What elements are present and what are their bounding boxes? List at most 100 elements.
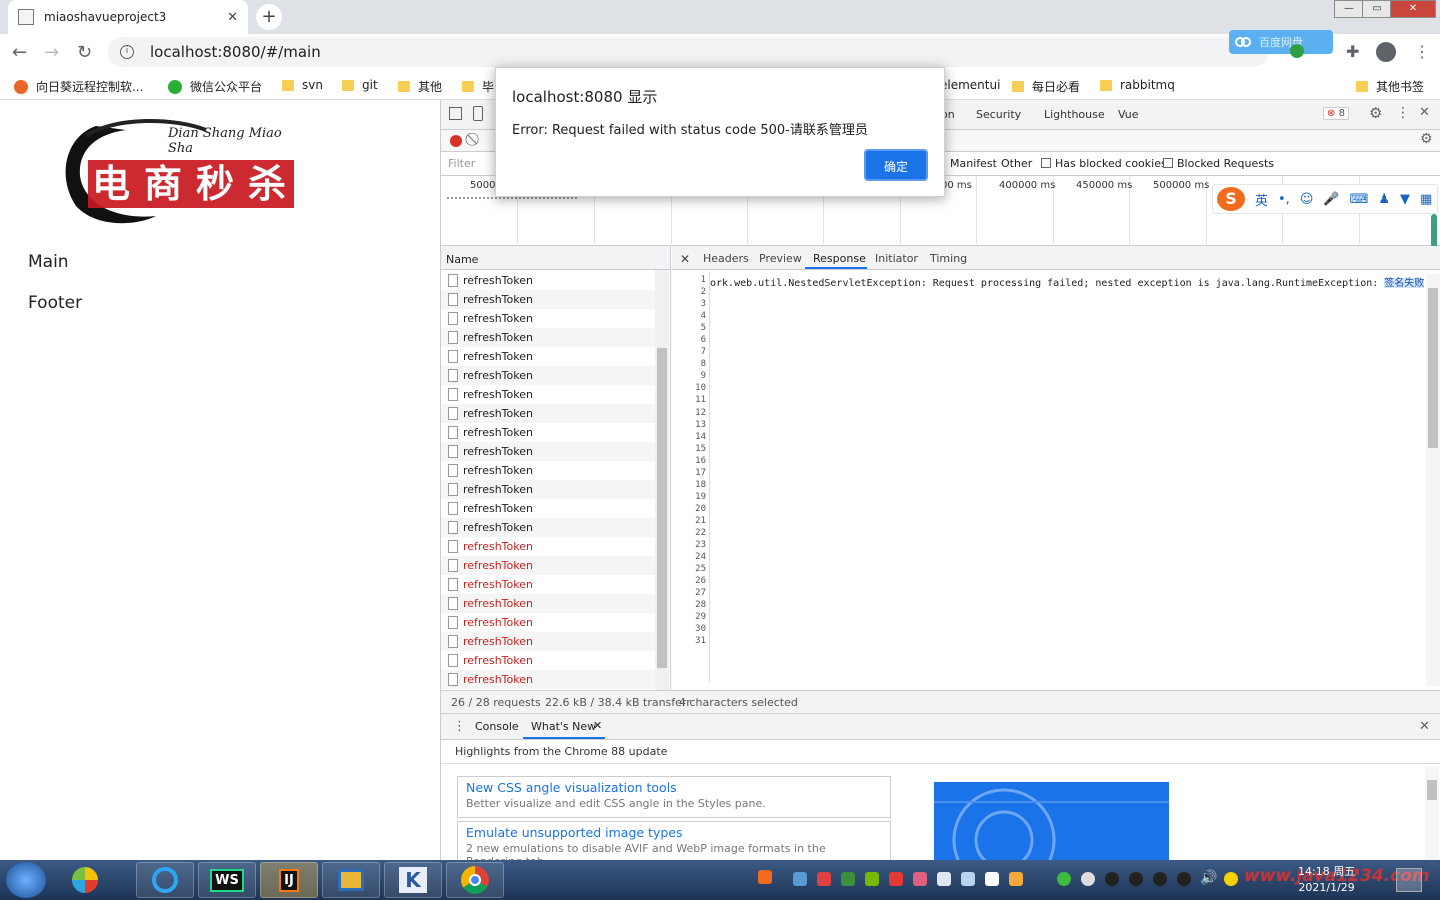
punctuation-icon[interactable]: •, <box>1278 192 1290 207</box>
tray-record-icon[interactable] <box>817 872 831 886</box>
bookmark-item[interactable]: git <box>342 78 378 92</box>
tray-qq-icon[interactable] <box>1177 872 1191 886</box>
whats-new-card[interactable]: Emulate unsupported image types 2 new em… <box>457 821 891 868</box>
tray-wechat-icon[interactable] <box>1057 872 1071 886</box>
tab-response[interactable]: Response <box>813 252 866 265</box>
tray-qq-icon[interactable] <box>1153 872 1167 886</box>
request-row[interactable]: refreshToken <box>441 271 655 290</box>
bookmark-item[interactable]: 毕 <box>462 78 494 95</box>
request-row[interactable]: refreshToken <box>441 423 655 442</box>
drawer-close-icon[interactable]: ✕ <box>1419 719 1430 734</box>
bookmark-item[interactable]: 微信公众平台 <box>168 78 262 95</box>
bookmark-item[interactable]: 其他书签 <box>1356 78 1424 95</box>
tray-nvidia-icon[interactable] <box>865 872 879 886</box>
request-row[interactable]: refreshToken <box>441 651 655 670</box>
tab-console[interactable]: Console <box>475 720 519 733</box>
filter-input[interactable]: Filter <box>448 157 475 170</box>
tab-timing[interactable]: Timing <box>930 252 967 265</box>
taskbar-app-windmill[interactable] <box>56 862 114 898</box>
record-icon[interactable] <box>450 135 462 147</box>
request-row[interactable]: refreshToken <box>441 366 655 385</box>
request-row[interactable]: refreshToken <box>441 442 655 461</box>
taskbar-app-chrome[interactable] <box>446 862 504 898</box>
new-tab-button[interactable]: + <box>256 4 282 30</box>
minimize-button[interactable]: — <box>1334 0 1364 18</box>
tray-qq-icon[interactable] <box>1105 872 1119 886</box>
request-row[interactable]: refreshToken <box>441 594 655 613</box>
request-row[interactable]: refreshToken <box>441 556 655 575</box>
request-row[interactable]: refreshToken <box>441 632 655 651</box>
devtools-menu-icon[interactable]: ⋮ <box>1396 105 1410 121</box>
taskbar-app-webstorm[interactable]: WS <box>198 862 256 898</box>
response-vscrollbar[interactable] <box>1426 274 1440 686</box>
request-row[interactable]: refreshToken <box>441 290 655 309</box>
reload-icon[interactable]: ↻ <box>77 42 92 63</box>
tab-preview[interactable]: Preview <box>759 252 802 265</box>
sogou-logo-icon[interactable]: S <box>1217 187 1245 211</box>
tray-ball-icon[interactable] <box>1081 872 1095 886</box>
extension-check-icon[interactable] <box>1290 44 1304 58</box>
tab-vue[interactable]: Vue <box>1118 108 1139 121</box>
bookmark-item[interactable]: 其他 <box>398 78 442 95</box>
user-icon[interactable]: ♟ <box>1378 192 1390 207</box>
drawer-scrollbar[interactable] <box>1425 766 1439 860</box>
tab-security[interactable]: Security <box>976 108 1021 121</box>
request-row[interactable]: refreshToken <box>441 480 655 499</box>
tab-initiator[interactable]: Initiator <box>875 252 918 265</box>
nav-link-main[interactable]: Main <box>28 252 69 272</box>
request-row[interactable]: refreshToken <box>441 575 655 594</box>
nav-link-footer[interactable]: Footer <box>28 293 82 313</box>
grid-icon[interactable]: ▦ <box>1420 192 1432 207</box>
address-bar[interactable]: i localhost:8080/#/main <box>108 37 1268 67</box>
emoji-icon[interactable]: ☺ <box>1300 192 1314 207</box>
bookmark-item[interactable]: 每日必看 <box>1012 78 1080 95</box>
inspect-element-icon[interactable] <box>449 107 462 120</box>
devtools-close-icon[interactable]: ✕ <box>1419 105 1430 120</box>
tab-headers[interactable]: Headers <box>703 252 749 265</box>
notification-center-icon[interactable] <box>1396 868 1422 892</box>
blocked-cookies-checkbox[interactable]: Has blocked cookies <box>1041 157 1167 170</box>
whats-new-close-icon[interactable]: ✕ <box>593 719 602 732</box>
start-button[interactable] <box>6 862 46 898</box>
error-count-badge[interactable]: ⊗ 8 <box>1323 107 1349 120</box>
bookmark-item[interactable]: rabbitmq <box>1100 78 1175 92</box>
tray-qq-icon[interactable] <box>1129 872 1143 886</box>
request-row[interactable]: refreshToken <box>441 328 655 347</box>
request-row[interactable]: refreshToken <box>441 537 655 556</box>
request-row[interactable]: refreshToken <box>441 385 655 404</box>
tray-app-icon[interactable] <box>1009 872 1023 886</box>
request-row[interactable]: refreshToken <box>441 309 655 328</box>
tab-lighthouse[interactable]: Lighthouse <box>1044 108 1105 121</box>
settings-gear-icon[interactable]: ⚙ <box>1369 104 1382 122</box>
tray-sogou-icon[interactable] <box>758 870 772 884</box>
profile-avatar-icon[interactable] <box>1376 42 1396 62</box>
detail-close-icon[interactable]: ✕ <box>680 252 690 266</box>
forward-arrow-icon[interactable]: → <box>44 42 59 63</box>
filter-manifest[interactable]: Manifest <box>950 157 997 170</box>
bookmark-item[interactable]: elementui <box>940 78 1000 92</box>
taskbar-app-files[interactable] <box>322 862 380 898</box>
request-row[interactable]: refreshToken <box>441 613 655 632</box>
browser-tab[interactable]: miaoshavueproject3 ✕ <box>8 0 248 34</box>
tray-shield-icon[interactable] <box>841 872 855 886</box>
menu-kebab-icon[interactable]: ⋮ <box>1414 42 1430 61</box>
tab-close-icon[interactable]: ✕ <box>227 10 238 25</box>
dialog-ok-button[interactable]: 确定 <box>864 149 928 181</box>
extensions-puzzle-icon[interactable]: ✚ <box>1346 42 1359 61</box>
maximize-button[interactable]: ▭ <box>1362 0 1392 18</box>
ime-language[interactable]: 英 <box>1255 190 1268 209</box>
tray-ime-icon[interactable] <box>1224 872 1238 886</box>
device-toolbar-icon[interactable] <box>473 106 483 121</box>
tab-whats-new[interactable]: What's New <box>531 720 596 733</box>
filter-other[interactable]: Other <box>1001 157 1032 170</box>
request-row[interactable]: refreshToken <box>441 461 655 480</box>
tray-s-icon[interactable] <box>889 872 903 886</box>
network-settings-icon[interactable]: ⚙ <box>1420 131 1433 147</box>
blocked-requests-checkbox[interactable]: Blocked Requests <box>1163 157 1274 170</box>
taskbar-app-intellij[interactable]: IJ <box>260 862 318 898</box>
skin-icon[interactable]: ▼ <box>1400 192 1410 207</box>
volume-icon[interactable]: 🔊 <box>1200 870 1217 886</box>
request-row[interactable]: refreshToken <box>441 499 655 518</box>
bookmark-item[interactable]: svn <box>282 78 323 92</box>
taskbar-app-qq-browser[interactable] <box>136 862 194 898</box>
